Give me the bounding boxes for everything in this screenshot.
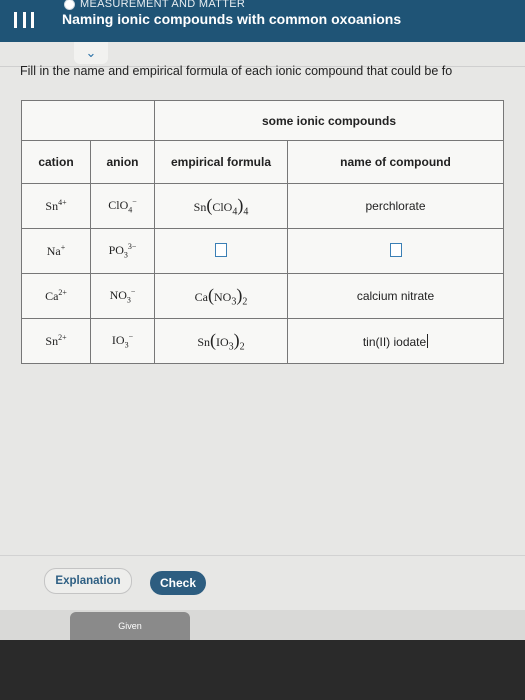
- header-name: name of compound: [287, 140, 504, 184]
- text-cursor: [427, 333, 429, 348]
- chevron-down-icon[interactable]: ⌄: [74, 42, 108, 64]
- progress-dot-icon: [64, 0, 75, 10]
- table-row: Sn4+ ClO4− Sn(ClO4)4 perchlorate: [21, 183, 504, 229]
- top-bar: MEASUREMENT AND MATTER Naming ionic comp…: [0, 0, 525, 42]
- anion-cell: NO3−: [90, 273, 155, 319]
- name-cell[interactable]: perchlorate: [287, 183, 504, 229]
- topic-text: MEASUREMENT AND MATTER: [80, 0, 246, 10]
- table-row: Na+ PO33−: [21, 228, 504, 274]
- name-cell[interactable]: [287, 228, 504, 274]
- table-caption-spacer: [21, 100, 155, 141]
- cation-cell: Sn4+: [21, 183, 91, 229]
- cation-cell: Sn2+: [21, 318, 91, 364]
- cation-cell: Ca2+: [21, 273, 91, 319]
- topic-label: MEASUREMENT AND MATTER: [64, 0, 245, 10]
- table-row: Sn2+ IO3− Sn(IO3)2 tin(II) iodate: [21, 318, 504, 364]
- name-cell[interactable]: tin(II) iodate: [287, 318, 504, 364]
- footer-divider: [0, 555, 525, 556]
- formula-cell[interactable]: Sn(IO3)2: [154, 318, 288, 364]
- formula-cell[interactable]: Sn(ClO4)4: [154, 183, 288, 229]
- formula-cell[interactable]: Ca(NO3)2: [154, 273, 288, 319]
- name-answer-box[interactable]: [389, 242, 402, 257]
- table-row: Ca2+ NO3− Ca(NO3)2 calcium nitrate: [21, 273, 504, 319]
- formula-answer-box[interactable]: [215, 242, 227, 257]
- bottom-tab[interactable]: Given: [70, 612, 190, 640]
- name-cell[interactable]: calcium nitrate: [287, 273, 504, 319]
- name-value: tin(II) iodate: [362, 334, 427, 349]
- ionic-compounds-table: some ionic compounds cation anion empiri…: [21, 100, 504, 364]
- anion-cell: ClO4−: [90, 183, 155, 229]
- cation-cell: Na+: [21, 228, 91, 274]
- formula-cell[interactable]: [154, 228, 288, 274]
- header-anion: anion: [90, 140, 155, 184]
- header-formula: empirical formula: [154, 140, 288, 184]
- page-title: Naming ionic compounds with common oxoan…: [62, 11, 402, 27]
- screen: MEASUREMENT AND MATTER Naming ionic comp…: [0, 0, 525, 640]
- explanation-button[interactable]: Explanation: [44, 568, 132, 594]
- header-cation: cation: [21, 140, 91, 184]
- instruction-text: Fill in the name and empirical formula o…: [20, 64, 453, 78]
- table-caption: some ionic compounds: [154, 100, 504, 141]
- anion-cell: PO33−: [90, 228, 155, 274]
- menu-icon[interactable]: [14, 12, 34, 28]
- anion-cell: IO3−: [90, 318, 155, 364]
- check-button[interactable]: Check: [150, 571, 206, 595]
